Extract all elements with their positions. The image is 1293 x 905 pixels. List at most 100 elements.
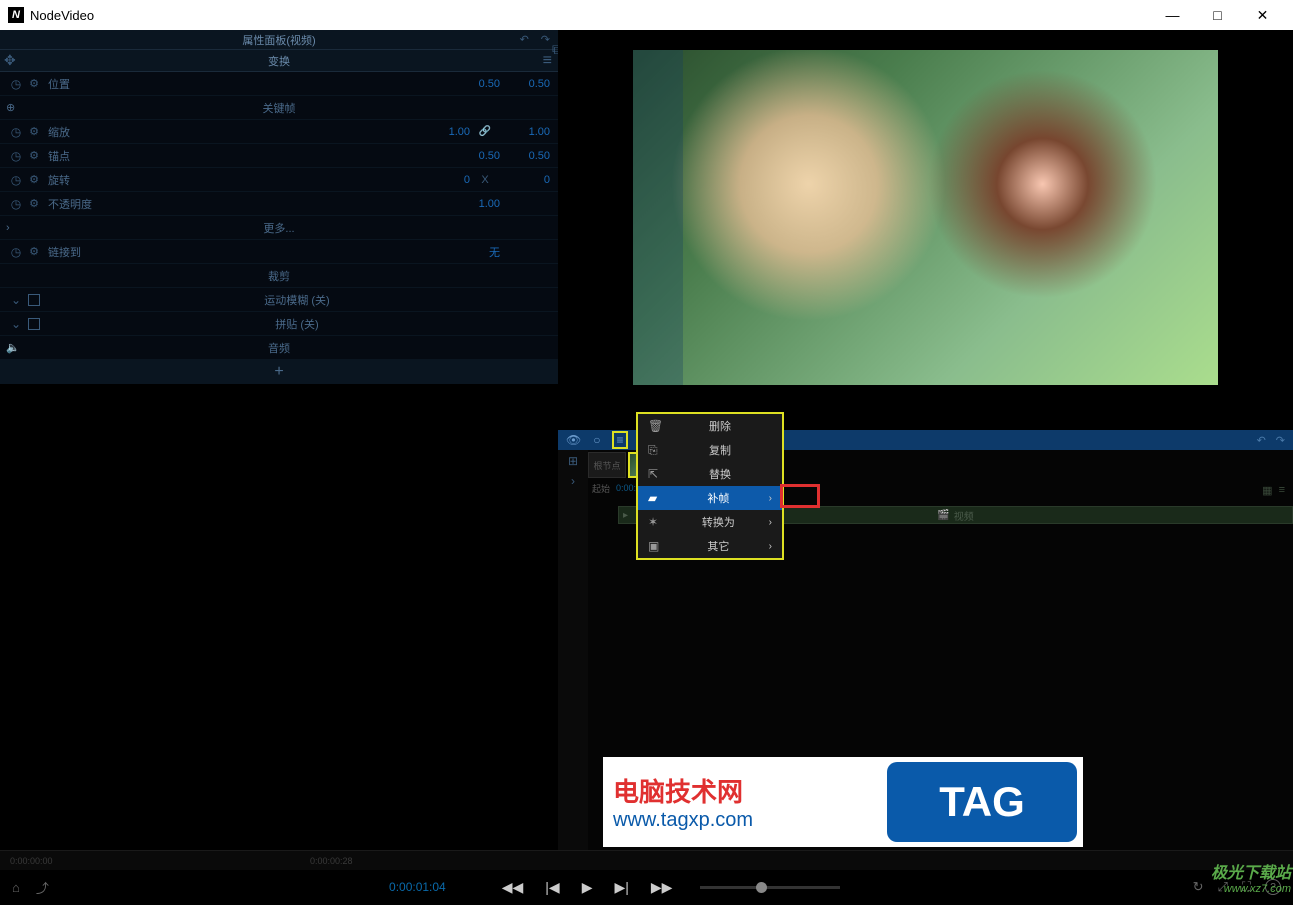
- scale-x[interactable]: 1.00: [449, 126, 470, 138]
- app-logo: N: [8, 7, 24, 23]
- gear-icon[interactable]: ⚙: [24, 173, 44, 186]
- ruler-tick: 0:00:00:00: [10, 856, 53, 866]
- close-button[interactable]: ✕: [1240, 0, 1285, 30]
- maximize-button[interactable]: □: [1195, 0, 1240, 30]
- position-y[interactable]: 0.50: [500, 78, 550, 90]
- move-icon[interactable]: ✥: [4, 52, 16, 69]
- watermark-jiguang: 极光下载站 www.xz7.com: [1211, 859, 1291, 895]
- gear-icon[interactable]: ⚙: [24, 77, 44, 90]
- film-icon: 🎬: [937, 510, 949, 521]
- rotation-row[interactable]: ◷ ⚙ 旋转 0 X 0: [0, 168, 558, 192]
- properties-panel: 属性面板(视频) ↶ ↷ ✥ 变换 ≡ ◷ ⚙ 位置 0.50 0.50 ⊕ 关…: [0, 30, 558, 850]
- position-x[interactable]: 0.50: [479, 78, 500, 90]
- checkbox[interactable]: [28, 318, 40, 330]
- undo-icon[interactable]: ↶: [520, 33, 529, 46]
- watermark-tag: 电脑技术网 www.tagxp.com TAG: [603, 757, 1083, 847]
- next-frame-button[interactable]: ▶▶: [651, 879, 673, 896]
- anchor-x[interactable]: 0.50: [479, 150, 500, 162]
- stopwatch-icon[interactable]: ◷: [8, 77, 24, 91]
- trash-icon: 🗑: [648, 419, 668, 433]
- chevron-right-icon: ›: [769, 493, 772, 504]
- redo-icon[interactable]: ↷: [1276, 434, 1285, 447]
- home-icon[interactable]: ⌂: [12, 880, 20, 895]
- eye-icon[interactable]: 👁: [566, 433, 581, 447]
- loop-icon[interactable]: ↻: [1193, 879, 1204, 895]
- position-row[interactable]: ◷ ⚙ 位置 0.50 0.50: [0, 72, 558, 96]
- ruler-tick: 0:00:00:28: [310, 856, 353, 866]
- other-icon: ▣: [648, 539, 668, 553]
- skip-forward-button[interactable]: ▶|: [614, 879, 628, 896]
- list-icon[interactable]: ≡: [1279, 484, 1285, 497]
- zoom-slider[interactable]: [700, 886, 840, 889]
- checkbox[interactable]: [28, 294, 40, 306]
- play-icon[interactable]: ▸: [623, 510, 628, 521]
- chevron-down-icon[interactable]: ⌄: [8, 317, 24, 331]
- prev-frame-button[interactable]: ◀◀: [502, 879, 524, 896]
- gear-icon[interactable]: ⚙: [24, 245, 44, 258]
- rotation-y[interactable]: 0: [500, 174, 550, 186]
- convert-icon: ✶: [648, 515, 668, 529]
- stopwatch-icon[interactable]: ◷: [8, 149, 24, 163]
- stopwatch-icon[interactable]: ◷: [8, 245, 24, 259]
- chevron-right-icon[interactable]: ›: [571, 474, 575, 488]
- add-row-button[interactable]: +: [0, 360, 558, 384]
- motion-blur-row[interactable]: ⌄ 运动模糊 (关): [0, 288, 558, 312]
- audio-row[interactable]: 🔈 音频: [0, 336, 558, 360]
- ctx-copy[interactable]: ⎘ 复制: [638, 438, 782, 462]
- gear-icon[interactable]: ⚙: [24, 197, 44, 210]
- time-ruler[interactable]: 0:00:00:00 0:00:00:28: [0, 850, 1293, 870]
- current-timecode[interactable]: 0:00:01:04: [389, 880, 446, 894]
- ctx-interpolate[interactable]: ▰ 补帧 ›: [638, 486, 782, 510]
- export-icon[interactable]: ⤴: [36, 878, 49, 897]
- opacity-row[interactable]: ◷ ⚙ 不透明度 1.00: [0, 192, 558, 216]
- chevron-right-icon: ›: [769, 541, 772, 552]
- frames-icon: ▰: [648, 491, 668, 505]
- preview-image: [633, 50, 1218, 385]
- opacity-value[interactable]: 1.00: [479, 198, 500, 210]
- stopwatch-icon[interactable]: ◷: [8, 125, 24, 139]
- anchor-y[interactable]: 0.50: [500, 150, 550, 162]
- menu-icon[interactable]: ≡: [612, 431, 627, 449]
- chevron-right-icon: ›: [6, 222, 10, 234]
- stopwatch-icon[interactable]: ◷: [8, 173, 24, 187]
- crop-row[interactable]: 裁剪: [0, 264, 558, 288]
- link-icon[interactable]: 🔗: [470, 126, 500, 137]
- start-label: 起始: [592, 482, 610, 495]
- ctx-other[interactable]: ▣ 其它 ›: [638, 534, 782, 558]
- undo-icon[interactable]: ↶: [1257, 434, 1266, 447]
- skip-back-button[interactable]: |◀: [545, 879, 559, 896]
- linkto-value[interactable]: 无: [489, 244, 500, 260]
- scale-row[interactable]: ◷ ⚙ 缩放 1.00 🔗 1.00: [0, 120, 558, 144]
- tile-row[interactable]: ⌄ 拼贴 (关): [0, 312, 558, 336]
- linkto-row[interactable]: ◷ ⚙ 链接到 无: [0, 240, 558, 264]
- transport-bar: ⌂ ⤴ 0:00:01:04 ◀◀ |◀ ▶ ▶| ▶▶ ↻ ⤢ ⛶ ?: [0, 870, 1293, 904]
- play-button[interactable]: ▶: [582, 879, 593, 896]
- minimize-button[interactable]: —: [1150, 0, 1195, 30]
- titlebar: N NodeVideo — □ ✕: [0, 0, 1293, 30]
- gear-icon[interactable]: ⚙: [24, 125, 44, 138]
- ctx-replace[interactable]: ⇱ 替换: [638, 462, 782, 486]
- gear-icon[interactable]: ⚙: [24, 149, 44, 162]
- grid-icon[interactable]: ▦: [1262, 484, 1272, 497]
- replace-icon: ⇱: [648, 467, 668, 481]
- highlight-box: [780, 484, 820, 508]
- ctx-convert[interactable]: ✶ 转换为 ›: [638, 510, 782, 534]
- preview-viewport[interactable]: [558, 30, 1293, 430]
- add-icon[interactable]: ⊕: [6, 101, 15, 114]
- speaker-icon[interactable]: 🔈: [6, 341, 20, 354]
- more-row[interactable]: › 更多...: [0, 216, 558, 240]
- stopwatch-icon[interactable]: ◷: [8, 197, 24, 211]
- keyframe-row[interactable]: ⊕ 关键帧: [0, 96, 558, 120]
- panel-header: 属性面板(视频) ↶ ↷: [0, 30, 558, 50]
- circle-icon[interactable]: ○: [593, 433, 600, 447]
- chevron-right-icon: ›: [769, 517, 772, 528]
- transform-section-header[interactable]: ✥ 变换 ≡: [0, 50, 558, 72]
- anchor-row[interactable]: ◷ ⚙ 锚点 0.50 0.50: [0, 144, 558, 168]
- nodes-icon[interactable]: ⊞: [568, 454, 578, 468]
- copy-icon: ⎘: [648, 443, 668, 458]
- chevron-down-icon[interactable]: ⌄: [8, 293, 24, 307]
- scale-y[interactable]: 1.00: [500, 126, 550, 138]
- app-title: NodeVideo: [30, 8, 94, 23]
- root-node-button[interactable]: 根节点: [588, 452, 626, 478]
- ctx-delete[interactable]: 🗑 删除: [638, 414, 782, 438]
